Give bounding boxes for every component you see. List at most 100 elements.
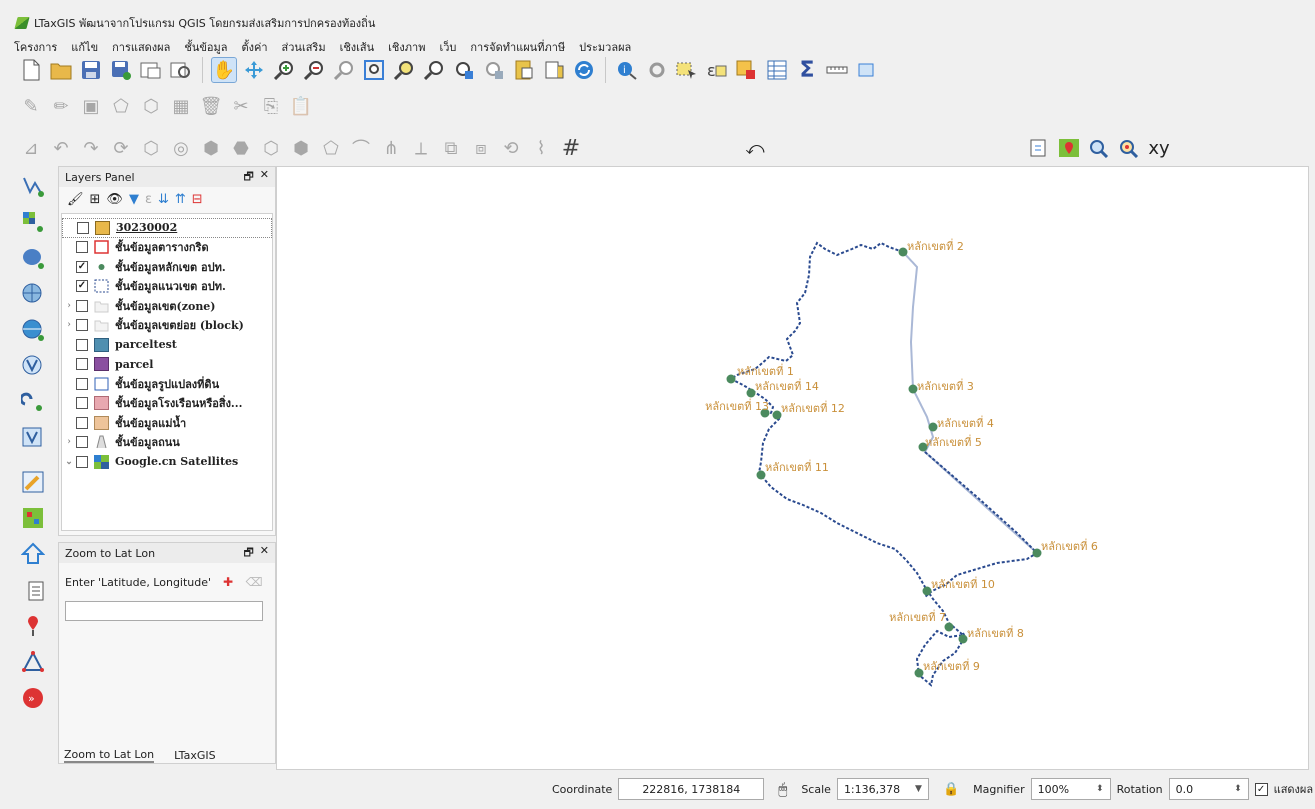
search-icon[interactable] <box>1086 135 1112 161</box>
style-layer-icon[interactable]: 🖌 <box>67 192 84 207</box>
cut-features-icon[interactable]: ✂ <box>228 93 254 119</box>
action-icon[interactable] <box>644 57 670 83</box>
add-delimited-text-icon[interactable] <box>18 388 48 416</box>
zoom-go-icon[interactable]: ✚ <box>219 573 237 591</box>
expand-all-icon[interactable]: ⇊ <box>158 192 169 207</box>
coordinate-field[interactable]: 222816, 1738184 <box>618 778 765 800</box>
layer-row[interactable]: › ชั้นข้อมูลถนน <box>62 433 272 453</box>
lock-scale-icon[interactable]: 🔒 <box>943 782 959 797</box>
layer-visibility-checkbox[interactable] <box>76 358 88 371</box>
layout-pdf-icon[interactable] <box>1026 135 1052 161</box>
triangle-nodes-icon[interactable] <box>18 648 48 676</box>
paste-features-icon[interactable]: 📋 <box>288 93 314 119</box>
map-svg[interactable]: หลักเขตที่ 1 หลักเขตที่ 2 หลักเขตที่ 3 หลัก… <box>277 167 1310 771</box>
temporal-controller-icon[interactable] <box>541 57 567 83</box>
attribute-table-icon[interactable] <box>764 57 790 83</box>
spin-arrows-icon[interactable]: ⬍ <box>1234 784 1242 794</box>
layer-row[interactable]: ชั้นข้อมูลแม่น้ำ <box>62 413 272 433</box>
tab-zoom-to-latlon[interactable]: Zoom to Lat Lon <box>64 748 155 763</box>
layer-visibility-checkbox[interactable] <box>77 221 89 234</box>
current-edits-icon[interactable]: ✎ <box>18 93 44 119</box>
grid-hash-icon[interactable]: # <box>558 135 584 161</box>
layout-manager-icon[interactable] <box>168 57 194 83</box>
chevron-right-icon[interactable]: › <box>62 437 76 447</box>
layer-visibility-checkbox[interactable] <box>76 397 88 410</box>
latlon-input[interactable] <box>65 601 263 621</box>
layer-row[interactable]: parcel <box>62 355 272 375</box>
add-feature-icon[interactable]: ⬠ <box>108 93 134 119</box>
zoom-out-icon[interactable] <box>301 57 327 83</box>
more-tools-icon[interactable]: » <box>18 684 48 712</box>
layer-visibility-checkbox[interactable] <box>76 455 88 468</box>
boundary-marker-point[interactable] <box>726 374 736 384</box>
list-document-icon[interactable] <box>18 576 48 604</box>
zoom-in-icon[interactable] <box>271 57 297 83</box>
open-project-icon[interactable] <box>48 57 74 83</box>
zoom-native-icon[interactable] <box>331 57 357 83</box>
add-spatialite-icon[interactable] <box>18 424 48 452</box>
add-ring-icon[interactable]: ◎ <box>168 135 194 161</box>
close-panel-icon[interactable]: ✕ <box>260 168 269 187</box>
layer-row[interactable]: ชั้นข้อมูลรูปแปลงที่ดิน <box>62 374 272 394</box>
mouse-coords-toggle-icon[interactable]: 🖱 <box>778 780 787 798</box>
pan-map-icon[interactable]: ✋ <box>211 57 237 83</box>
new-map-view-icon[interactable] <box>511 57 537 83</box>
add-wms-layer-icon[interactable] <box>18 280 48 308</box>
merge-features-icon[interactable]: ⧉ <box>438 135 464 161</box>
save-project-icon[interactable] <box>78 57 104 83</box>
rotation-spinbox[interactable]: 0.0 ⬍ <box>1168 778 1249 800</box>
add-vector-layer-icon[interactable] <box>18 172 48 200</box>
delete-part-icon[interactable]: ⬢ <box>288 135 314 161</box>
rotate-label-icon[interactable]: ⟲ <box>498 135 524 161</box>
zoom-to-selection-icon[interactable] <box>391 57 417 83</box>
add-wfs-layer-icon[interactable] <box>18 316 48 344</box>
home-up-icon[interactable] <box>18 540 48 568</box>
chevron-down-icon[interactable]: ⌄ <box>62 457 76 467</box>
delete-selected-icon[interactable]: 🗑 <box>198 93 224 119</box>
new-project-icon[interactable] <box>18 57 44 83</box>
chevron-right-icon[interactable]: › <box>62 301 76 311</box>
map-canvas[interactable]: หลักเขตที่ 1 หลักเขตที่ 2 หลักเขตที่ 3 หลัก… <box>276 166 1309 770</box>
layer-row[interactable]: ✓ ชั้นข้อมูลแนวเขต อปท. <box>62 277 272 297</box>
layer-visibility-checkbox[interactable] <box>76 377 88 390</box>
layer-row[interactable]: › ชั้นข้อมูลเขตย่อย (block) <box>62 316 272 336</box>
layer-visibility-checkbox[interactable] <box>76 338 88 351</box>
layer-visibility-checkbox[interactable] <box>76 241 88 254</box>
layer-row[interactable]: ✓ ชั้นข้อมูลหลักเขต อปท. <box>62 257 272 277</box>
render-checkbox[interactable]: ✓ <box>1254 782 1268 796</box>
redo-icon[interactable]: ↷ <box>78 135 104 161</box>
split-parts-icon[interactable]: ⟂ <box>408 135 434 161</box>
remove-layer-icon[interactable]: ⊟ <box>192 192 203 207</box>
layer-row[interactable]: ⌄ Google.cn Satellites <box>62 452 272 472</box>
copy-features-icon[interactable]: ⎘ <box>258 93 284 119</box>
delete-ring-icon[interactable]: ⬡ <box>258 135 284 161</box>
save-as-icon[interactable] <box>108 57 134 83</box>
measure-icon[interactable] <box>824 57 850 83</box>
layer-row[interactable]: ชั้นข้อมูลตารางกริด <box>62 238 272 258</box>
undo-icon[interactable]: ↶ <box>48 135 74 161</box>
filter-expression-icon[interactable]: ε <box>145 192 152 207</box>
filter-legend-icon[interactable]: ▼ <box>129 192 139 207</box>
layer-row[interactable]: › ชั้นข้อมูลเขต(zone) <box>62 296 272 316</box>
pan-to-selection-icon[interactable] <box>241 57 267 83</box>
layer-row[interactable]: ชั้นข้อมูลโรงเรือนหรือสิ่ง... <box>62 394 272 414</box>
new-print-layout-icon[interactable] <box>138 57 164 83</box>
layer-visibility-checkbox[interactable]: ✓ <box>76 260 88 273</box>
layer-row[interactable]: 30230002 <box>62 218 272 238</box>
coordinate-xy-icon[interactable]: xy <box>1146 135 1172 161</box>
snapping-icon[interactable]: ⊿ <box>18 135 44 161</box>
close-panel-icon[interactable]: ✕ <box>260 544 269 563</box>
refresh-icon[interactable] <box>571 57 597 83</box>
simplify-icon[interactable]: ⬡ <box>138 135 164 161</box>
layer-row[interactable]: parceltest <box>62 335 272 355</box>
search-parcel-icon[interactable] <box>1116 135 1142 161</box>
rotate-icon[interactable]: ⟳ <box>108 135 134 161</box>
pin-marker-icon[interactable] <box>18 612 48 640</box>
statistics-sigma-icon[interactable]: Σ <box>794 57 820 83</box>
layer-visibility-checkbox[interactable] <box>76 319 88 332</box>
map-grid-icon[interactable] <box>18 504 48 532</box>
select-by-value-icon[interactable]: ε <box>704 57 730 83</box>
layer-visibility-checkbox[interactable]: ✓ <box>76 280 88 293</box>
offset-curve-icon[interactable]: ⌒ <box>348 135 374 161</box>
identify-features-icon[interactable]: i <box>614 57 640 83</box>
